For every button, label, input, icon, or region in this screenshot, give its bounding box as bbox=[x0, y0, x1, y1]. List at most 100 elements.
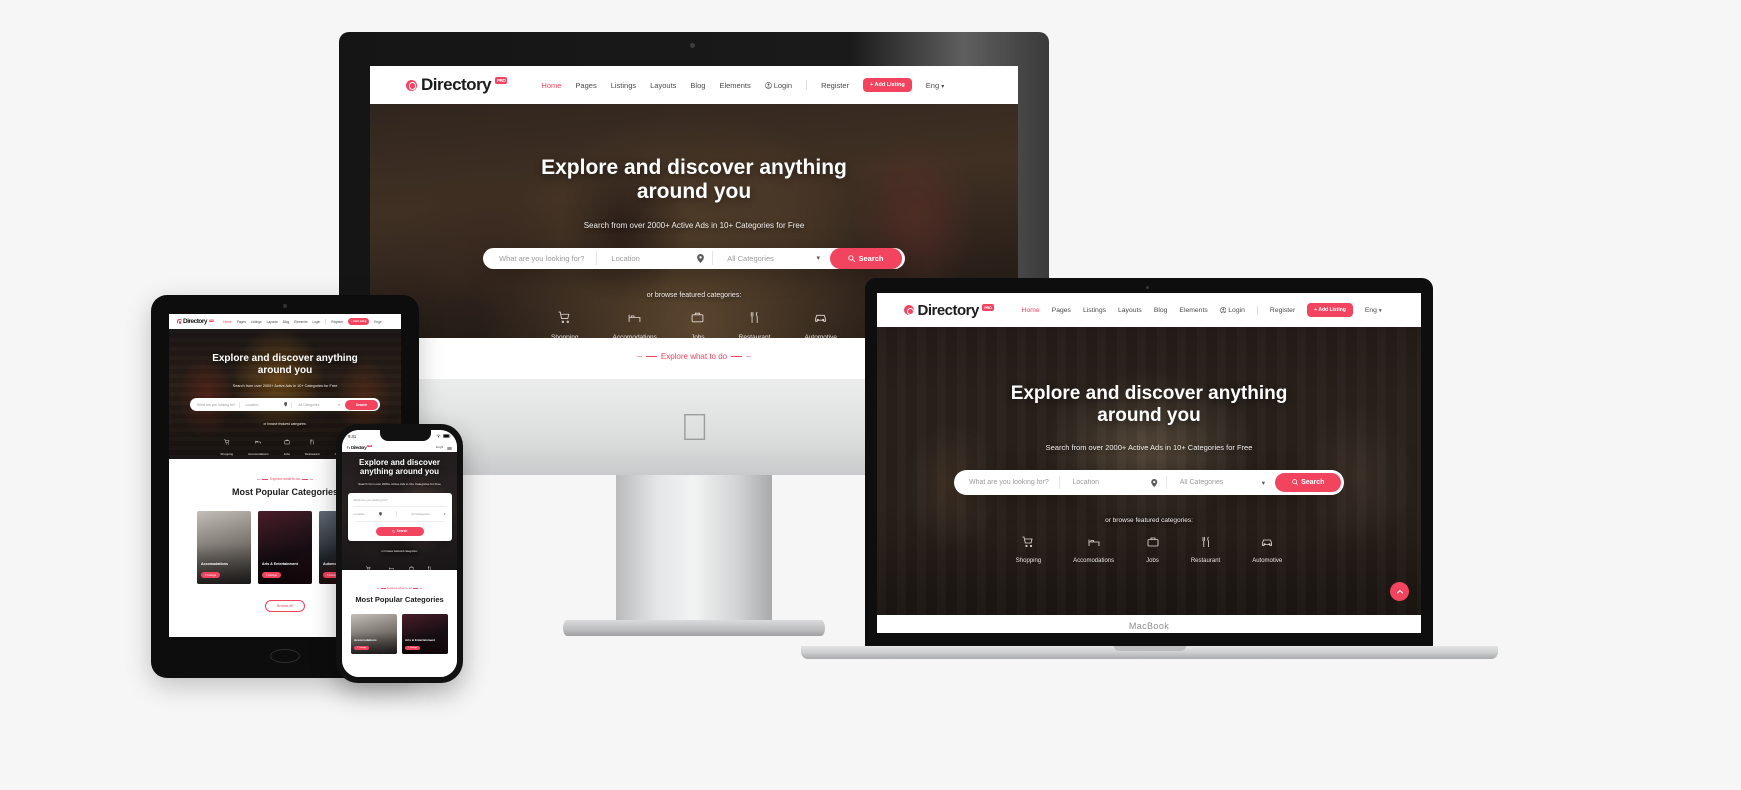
nav-item-pages[interactable]: Pages bbox=[1052, 307, 1071, 314]
nav-item-layouts[interactable]: Layouts bbox=[650, 81, 676, 90]
nav-item-elements[interactable]: Elements bbox=[719, 81, 750, 90]
search-keyword-input[interactable]: What are you looking for? bbox=[190, 403, 239, 407]
category-shopping[interactable]: Shopping bbox=[363, 558, 374, 570]
nav-item-pages[interactable]: Pages bbox=[237, 320, 246, 324]
category-label: Accomodations bbox=[1073, 558, 1115, 565]
search-category-select[interactable]: All Categories bbox=[411, 512, 430, 516]
category-label: Jobs bbox=[283, 452, 290, 457]
register-link[interactable]: Register bbox=[331, 320, 343, 324]
search-button[interactable]: Search bbox=[345, 399, 379, 410]
brand-logo[interactable]: Directory PRO bbox=[347, 444, 372, 450]
category-card[interactable]: Arts & Entertainment 7 Listings bbox=[402, 614, 448, 654]
nav-item-home[interactable]: Home bbox=[541, 81, 561, 90]
register-link[interactable]: Register bbox=[1270, 307, 1295, 314]
search-location-input[interactable]: Location bbox=[597, 253, 712, 263]
category-jobs[interactable]: Jobs bbox=[409, 558, 415, 570]
brand-logo[interactable]: Directory PRO bbox=[177, 318, 215, 325]
category-jobs[interactable]: Jobs bbox=[284, 432, 290, 456]
category-accomodations[interactable]: Accomodations bbox=[383, 558, 400, 570]
add-listing-button[interactable]: + Add Listing bbox=[863, 78, 912, 92]
category-accomodations[interactable]: Accomodations bbox=[248, 432, 269, 456]
user-circle-icon bbox=[1219, 306, 1227, 314]
category-automotive[interactable]: Automotive bbox=[1252, 535, 1282, 564]
search-keyword-input[interactable]: What are you looking for? bbox=[483, 254, 596, 263]
register-link[interactable]: Register bbox=[821, 81, 849, 90]
language-selector[interactable]: Eng▾ bbox=[374, 320, 381, 324]
brand-name: Directory bbox=[351, 444, 367, 450]
login-link[interactable]: Login bbox=[1219, 306, 1245, 314]
bed-icon bbox=[628, 311, 641, 329]
search-button[interactable]: Search bbox=[829, 247, 902, 269]
dash-decoration bbox=[645, 355, 657, 358]
nav-item-listings[interactable]: Listings bbox=[251, 320, 262, 324]
nav-item-layouts[interactable]: Layouts bbox=[1118, 307, 1142, 314]
search-button-label: Search bbox=[1301, 479, 1325, 487]
language-selector[interactable]: Eng ▾ bbox=[926, 81, 944, 90]
hero-section: Explore and discover anything around you … bbox=[877, 327, 1421, 615]
nav-item-layouts[interactable]: Layouts bbox=[267, 320, 278, 324]
category-restaurant[interactable]: Restaurant bbox=[423, 558, 435, 570]
search-keyword-input[interactable]: What are you looking for? bbox=[954, 479, 1059, 486]
search-icon bbox=[391, 529, 395, 533]
nav-item-blog[interactable]: Blog bbox=[1154, 307, 1168, 314]
search-button-label: Search bbox=[396, 529, 408, 534]
search-location-placeholder: Location bbox=[611, 253, 640, 263]
category-shopping[interactable]: Shopping bbox=[220, 432, 233, 456]
add-listing-button[interactable]: + Add Listing bbox=[348, 318, 370, 325]
dash-decoration bbox=[377, 587, 380, 589]
category-accomodations[interactable]: Accomodations bbox=[1073, 535, 1114, 564]
category-restaurant[interactable]: Restaurant bbox=[739, 311, 770, 338]
language-selector[interactable]: Eng ▾ bbox=[1365, 307, 1382, 314]
category-jobs[interactable]: Jobs bbox=[691, 311, 705, 338]
login-link[interactable]: Login bbox=[764, 81, 792, 90]
category-card[interactable]: Accomodations 8 Listings bbox=[197, 511, 251, 584]
card-title: Arts & Entertainment bbox=[405, 637, 436, 642]
macbook-base-notch bbox=[1114, 646, 1186, 651]
scroll-to-top-button[interactable] bbox=[1390, 582, 1409, 601]
login-link[interactable]: Login bbox=[312, 320, 320, 324]
search-keyword-input[interactable]: What are you looking for? bbox=[353, 498, 446, 507]
macbook-device: Directory PRO Home Pages Listings Layout… bbox=[801, 278, 1498, 675]
nav-links: Home Pages Listings Layouts Blog Element… bbox=[1022, 303, 1382, 317]
search-location-input[interactable]: Location bbox=[1060, 478, 1166, 487]
language-selector[interactable]: Eng▾ bbox=[436, 445, 443, 449]
browse-all-button[interactable]: Browse All bbox=[265, 600, 305, 612]
search-location-input[interactable]: Location bbox=[240, 402, 292, 407]
nav-item-home[interactable]: Home bbox=[223, 320, 232, 324]
nav-item-home[interactable]: Home bbox=[1022, 307, 1040, 314]
add-listing-button[interactable]: + Add Listing bbox=[1307, 303, 1353, 317]
brand-logo[interactable]: Directory PRO bbox=[904, 302, 994, 319]
category-card[interactable]: Arts & Entertainment 7 Listings bbox=[258, 511, 312, 584]
dash-decoration bbox=[731, 355, 743, 358]
nav-item-pages[interactable]: Pages bbox=[575, 81, 596, 90]
search-category-select[interactable]: All Categories ▾ bbox=[292, 403, 345, 407]
search-button[interactable]: Search bbox=[1275, 473, 1342, 493]
category-shopping[interactable]: Shopping bbox=[551, 311, 578, 338]
brand-logo[interactable]: Directory PRO bbox=[406, 75, 508, 95]
search-button[interactable]: Search bbox=[375, 526, 424, 536]
category-restaurant[interactable]: Restaurant bbox=[305, 432, 320, 456]
nav-item-elements[interactable]: Elements bbox=[1179, 307, 1207, 314]
category-restaurant[interactable]: Restaurant bbox=[1191, 535, 1220, 564]
nav-item-blog[interactable]: Blog bbox=[690, 81, 705, 90]
category-card[interactable]: Accomodations 8 Listings bbox=[351, 614, 397, 654]
nav-item-listings[interactable]: Listings bbox=[1083, 307, 1106, 314]
search-category-select[interactable]: All Categories ▾ bbox=[1167, 479, 1275, 487]
nav-item-blog[interactable]: Blog bbox=[283, 320, 289, 324]
eyebrow-label: Explore what to do bbox=[660, 352, 728, 361]
category-accomodations[interactable]: Accomodations bbox=[612, 311, 657, 338]
dash-decoration bbox=[257, 478, 261, 480]
phone-screen: 9:41 Directory PRO Eng▾ Explore and disc… bbox=[342, 430, 457, 677]
dash-decoration bbox=[262, 478, 269, 480]
category-shopping[interactable]: Shopping bbox=[1016, 535, 1041, 564]
nav-item-elements[interactable]: Elements bbox=[294, 320, 307, 324]
category-jobs[interactable]: Jobs bbox=[1146, 535, 1159, 564]
nav-item-listings[interactable]: Listings bbox=[611, 81, 636, 90]
tablet-home-button[interactable] bbox=[270, 649, 300, 663]
featured-categories: Shopping Accomodations Jobs Restaurant A… bbox=[551, 311, 837, 338]
category-label: Shopping bbox=[1015, 558, 1042, 565]
search-location-input[interactable]: Location bbox=[354, 512, 365, 516]
map-pin-icon bbox=[378, 511, 382, 516]
search-category-select[interactable]: All Categories ▾ bbox=[713, 254, 830, 263]
chevron-down-icon: ▾ bbox=[816, 255, 820, 263]
